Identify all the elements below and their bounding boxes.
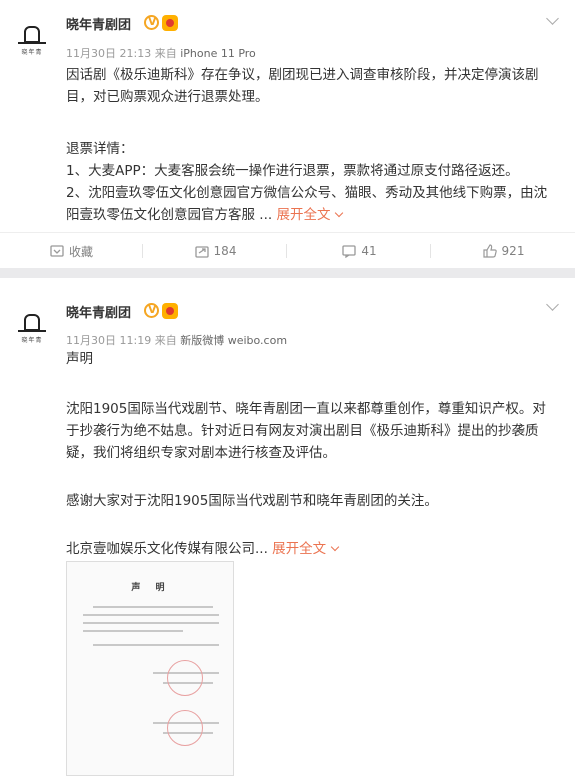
favorite-button[interactable]: 收藏 [0,233,143,269]
text-line: 于抄袭行为绝不姑息。针对近日有网友对演出剧目《极乐迪斯科》提出的抄袭质 [66,423,539,439]
post-from: 来自 [154,334,177,347]
vip-badge-icon [162,15,178,31]
avatar-text: 晓年青 [21,49,43,56]
hat-logo-icon [24,314,40,331]
avatar[interactable]: 晓年青 [15,312,49,346]
text-line [66,370,561,398]
text-line: 声明 [66,351,93,367]
text-line: 沈阳1905国际当代戏剧节、晓年青剧团一直以来都尊重创作，尊重知识产权。对 [66,401,546,417]
v-badge-icon: V [144,303,159,318]
expand-link[interactable]: 展开全文 [272,541,340,557]
text-line: 目，对已购票观众进行退票处理。 [66,89,269,105]
like-button[interactable]: 921 [432,233,575,269]
text-line: 1、大麦APP：大麦客服会统一操作进行退票，票款将通过原支付路径返还。 [66,163,519,179]
username[interactable]: 晓年青剧团 [66,14,131,33]
post-device: iPhone 11 Pro [180,47,256,60]
chevron-down-icon [330,542,340,552]
share-icon [194,246,209,258]
like-icon [482,244,497,258]
hat-logo-icon [24,26,40,43]
text-line-last: 北京壹咖娱乐文化传媒有限公司... 展开全文 [66,538,561,560]
post-time[interactable]: 11月30日 11:19 [66,334,151,347]
seal-stamp-icon [167,710,203,746]
post-device: 新版微博 weibo.com [180,334,288,347]
text-line: 因话剧《极乐迪斯科》存在争议，剧团现已进入调查审核阶段，并决定停演该剧 [66,67,539,83]
text-line-last: 阳壹玖零伍文化创意园官方客服 ... 展开全文 [66,204,561,226]
weibo-post-2: 晓年青 晓年青剧团 V 11月30日 11:19 来自 新版微博 weibo.c… [0,278,575,776]
comment-icon [342,245,357,258]
post-meta: 11月30日 11:19 来自 新版微博 weibo.com [66,332,287,348]
text-line: 退票详情： [66,141,134,157]
avatar-text: 晓年青 [21,337,43,344]
weibo-post-1: 晓年青 晓年青剧团 V 11月30日 21:13 来自 iPhone 11 Pr… [0,0,575,268]
avatar[interactable]: 晓年青 [15,24,49,58]
text-line [66,464,561,490]
text-line [66,512,561,538]
text-line [66,108,561,130]
post-text: 因话剧《极乐迪斯科》存在争议，剧团现已进入调查审核阶段，并决定停演该剧 目，对已… [66,64,561,226]
text-line: 2、沈阳壹玖零伍文化创意园官方微信公众号、猫眼、秀动及其他线下购票，由沈 [66,185,548,201]
vip-badge-icon [162,303,178,319]
text-line: 感谢大家对于沈阳1905国际当代戏剧节和晓年青剧团的关注。 [66,493,438,509]
text-line: 疑，我们将组织专家对剧本进行核查及评估。 [66,445,336,461]
chevron-down-icon[interactable] [546,12,559,25]
post-time[interactable]: 11月30日 21:13 [66,47,151,60]
action-bar: 收藏 184 41 921 [0,232,575,268]
username[interactable]: 晓年青剧团 [66,302,131,321]
attached-document-image[interactable]: 声 明 [66,561,234,776]
post-text: 声明 沈阳1905国际当代戏剧节、晓年青剧团一直以来都尊重创作，尊重知识产权。对… [66,348,561,560]
bookmark-icon [50,245,64,257]
post-from: 来自 [154,47,177,60]
chevron-down-icon [335,208,344,218]
document-title: 声 明 [131,583,171,593]
v-badge-icon: V [144,15,159,30]
post-meta: 11月30日 21:13 来自 iPhone 11 Pro [66,45,256,61]
comment-button[interactable]: 41 [288,233,431,269]
chevron-down-icon[interactable] [546,298,559,311]
expand-link[interactable]: 展开全文 [276,207,344,223]
share-button[interactable]: 184 [144,233,287,269]
seal-stamp-icon [167,660,203,696]
